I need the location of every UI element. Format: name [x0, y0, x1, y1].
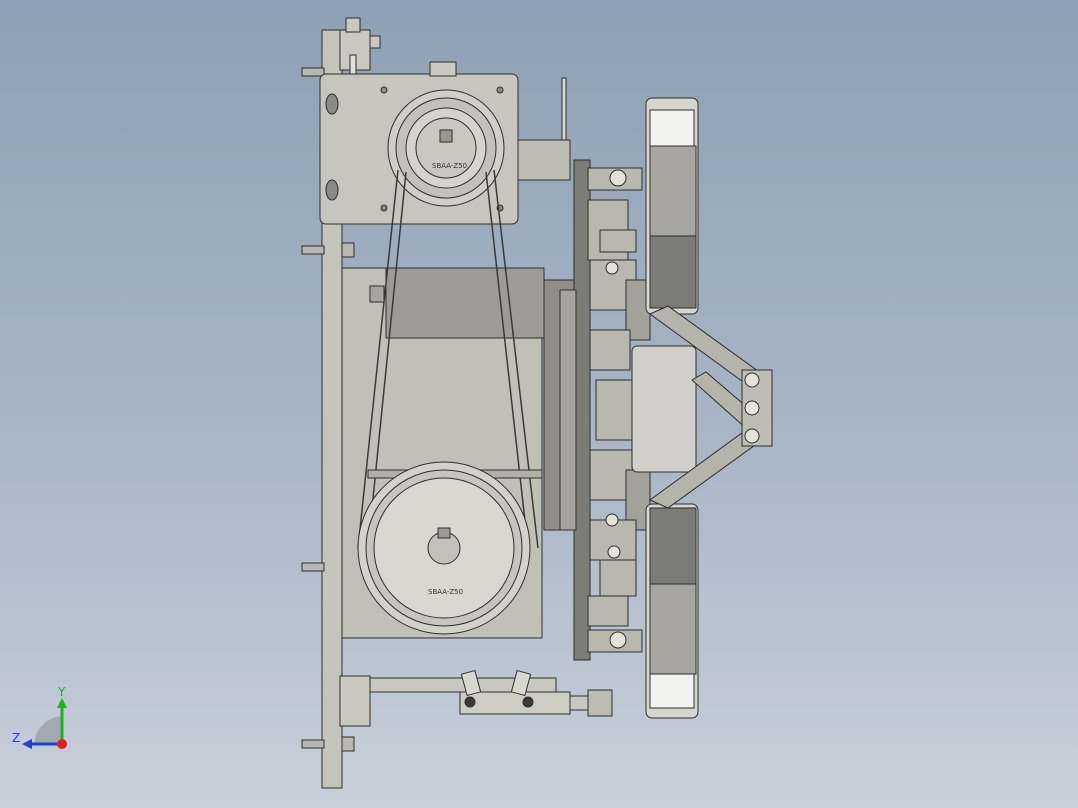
z-axis-arrow-icon [22, 739, 32, 749]
bottom-bracket [339, 675, 371, 727]
lower-pulley [357, 461, 531, 635]
triad-base-icon [34, 716, 62, 744]
graphics-viewport[interactable]: SBAA-Z50 SBAA-Z50 Y Z [0, 0, 1078, 808]
z-axis-label: Z [12, 731, 20, 745]
upper-pulley-label: SBAA-Z50 [432, 162, 467, 170]
upper-pulley [387, 89, 505, 207]
pneumatic-cylinder [459, 691, 571, 715]
center-pad [631, 345, 697, 473]
x-axis-dot-icon [57, 739, 67, 749]
orientation-triad: Y Z [12, 686, 67, 749]
upper-gripper-pad [645, 97, 699, 315]
lower-gripper-pad [645, 503, 699, 719]
linkage-pins [744, 372, 760, 444]
sensor-block [517, 139, 571, 181]
y-axis-label: Y [57, 686, 66, 699]
y-axis-arrow-icon [57, 698, 67, 708]
lower-pulley-label: SBAA-Z50 [428, 588, 463, 596]
mechanism-model[interactable]: SBAA-Z50 SBAA-Z50 [0, 0, 1078, 808]
